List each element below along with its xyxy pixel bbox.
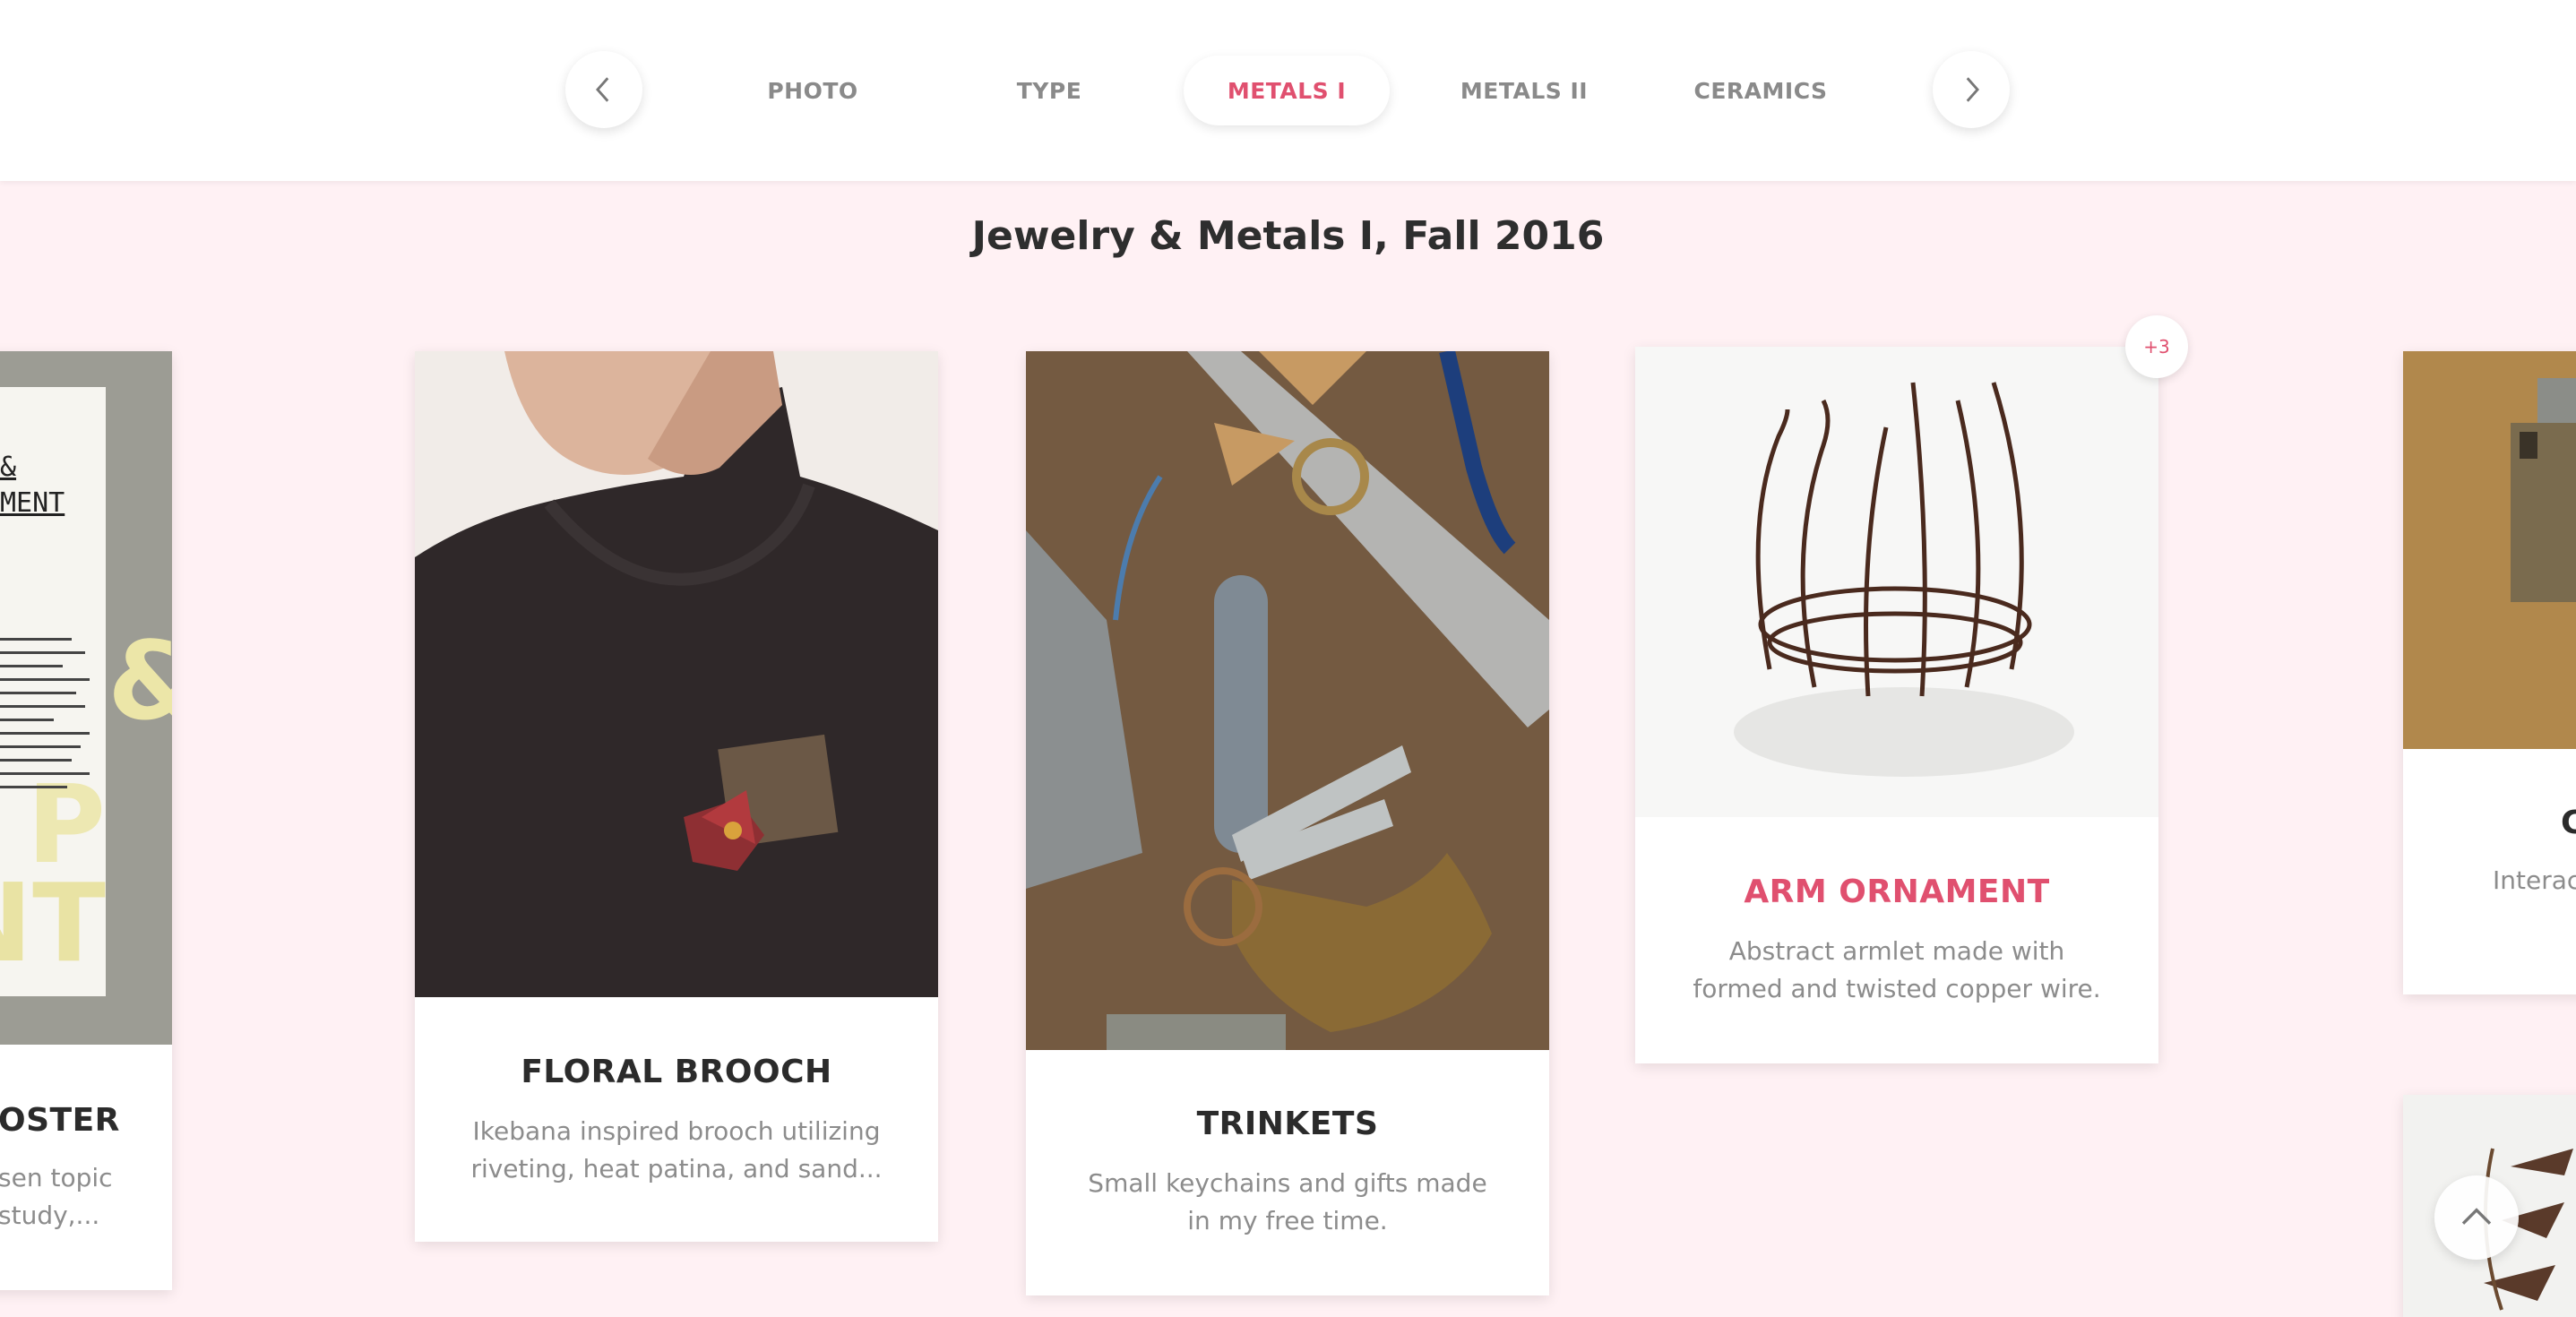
- card-description: Interac: [2493, 865, 2576, 895]
- svg-text:P: P: [27, 763, 106, 888]
- card-title: C: [2561, 805, 2576, 841]
- card-title: ARM ORNAMENT: [1744, 874, 2050, 910]
- card-description: Small keychains and gifts made in my fre…: [1088, 1168, 1487, 1235]
- project-card-arm-ornament[interactable]: ARM ORNAMENT Abstract armlet made with f…: [1635, 347, 2158, 1063]
- tab-metals-2[interactable]: METALS II: [1421, 56, 1627, 125]
- svg-text:&: &: [108, 620, 172, 745]
- chevron-left-icon: [596, 77, 609, 102]
- poster-image: NT P &: [0, 351, 172, 1045]
- project-card-right-partial[interactable]: C Interac: [2403, 351, 2576, 994]
- card-title: OSTER: [0, 1102, 120, 1139]
- next-button[interactable]: [1933, 51, 2010, 128]
- project-card-trinkets[interactable]: TRINKETS Small keychains and gifts made …: [1026, 351, 1549, 1295]
- scroll-to-top-button[interactable]: [2434, 1175, 2519, 1260]
- floral-brooch-image: [415, 351, 938, 997]
- more-images-badge[interactable]: +3: [2125, 315, 2188, 378]
- card-description: Abstract armlet made with formed and twi…: [1693, 936, 2101, 1003]
- prev-button[interactable]: [565, 51, 642, 128]
- trinkets-image: [1026, 351, 1549, 1050]
- project-card-floral-brooch[interactable]: FLORAL BROOCH Ikebana inspired brooch ut…: [415, 351, 938, 1242]
- poster-heading-line-1: &: [0, 452, 17, 483]
- chevron-up-icon: [2461, 1208, 2492, 1225]
- poster-heading-line-2: MENT: [0, 487, 65, 519]
- tab-metals-1[interactable]: METALS I: [1184, 56, 1390, 125]
- card-title: TRINKETS: [1196, 1106, 1379, 1142]
- card-description: sen topic study,...: [0, 1163, 113, 1230]
- arm-ornament-image: [1635, 347, 2158, 817]
- category-navbar: PHOTO TYPE METALS I METALS II CERAMICS: [0, 0, 2576, 181]
- tab-photo[interactable]: PHOTO: [710, 56, 916, 125]
- card-description: Ikebana inspired brooch utilizing riveti…: [470, 1116, 883, 1184]
- project-card-poster[interactable]: NT P & & MENT OSTER sen topic study,...: [0, 351, 172, 1290]
- card-title: FLORAL BROOCH: [521, 1054, 832, 1090]
- right-card-image: [2403, 351, 2576, 749]
- tab-type[interactable]: TYPE: [946, 56, 1152, 125]
- tab-ceramics[interactable]: CERAMICS: [1658, 56, 1864, 125]
- section-title: Jewelry & Metals I, Fall 2016: [971, 213, 1605, 259]
- chevron-right-icon: [1966, 77, 1979, 102]
